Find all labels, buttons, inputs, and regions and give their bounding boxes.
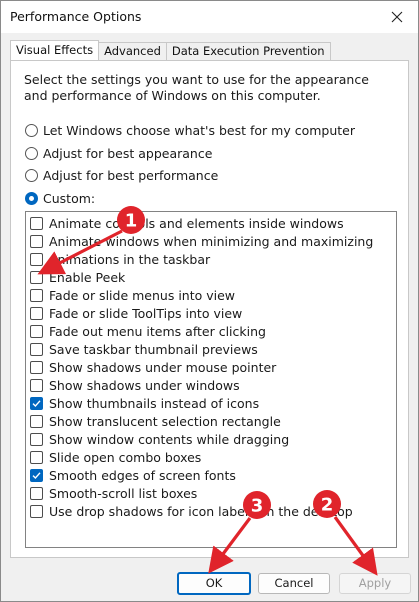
list-item-label: Fade or slide menus into view [49,287,236,303]
checkbox[interactable] [30,432,43,446]
radio-custom[interactable]: Custom: [25,190,95,206]
checkmark-icon [32,399,41,407]
checkbox[interactable] [30,414,43,428]
tab-strip: Visual Effects Advanced Data Execution P… [10,40,331,60]
list-item-label: Enable Peek [49,269,126,285]
list-item-label: Smooth edges of screen fonts [49,467,236,483]
checkbox[interactable] [30,396,43,410]
list-item-label: Animate windows when minimizing and maxi… [49,233,374,249]
list-item[interactable]: Show shadows under windows [30,376,240,394]
list-item[interactable]: Use drop shadows for icon labels on the … [30,502,353,520]
tab-advanced[interactable]: Advanced [98,42,167,60]
performance-options-dialog: Performance Options Visual Effects Advan… [0,0,419,602]
list-item-label: Show window contents while dragging [49,431,290,447]
tab-data-execution-prevention[interactable]: Data Execution Prevention [165,42,331,60]
list-item[interactable]: Show translucent selection rectangle [30,412,281,430]
title-bar: Performance Options [1,1,418,33]
checkbox[interactable] [30,252,43,266]
window-title: Performance Options [10,9,142,24]
list-item[interactable]: Smooth edges of screen fonts [30,466,236,484]
radio-button[interactable] [25,191,38,205]
list-item[interactable]: Slide open combo boxes [30,448,201,466]
list-item[interactable]: Show window contents while dragging [30,430,289,448]
checkbox[interactable] [30,486,43,500]
radio-label: Custom: [43,190,96,206]
list-item-label: Animate controls and elements inside win… [49,215,344,231]
list-item[interactable]: Fade or slide ToolTips into view [30,304,242,322]
ok-button[interactable]: OK [177,572,251,595]
radio-button[interactable] [25,168,38,182]
checkbox[interactable] [30,324,43,338]
close-icon [391,11,403,23]
list-item[interactable]: Fade or slide menus into view [30,286,235,304]
list-item[interactable]: Show shadows under mouse pointer [30,358,276,376]
checkbox[interactable] [30,234,43,248]
list-item[interactable]: Fade out menu items after clicking [30,322,266,340]
radio-label: Adjust for best performance [43,167,219,183]
list-item[interactable]: Animations in the taskbar [30,250,210,268]
list-item[interactable]: Save taskbar thumbnail previews [30,340,258,358]
radio-button[interactable] [25,123,38,137]
radio-let-windows-choose[interactable]: Let Windows choose what's best for my co… [25,122,355,138]
radio-label: Let Windows choose what's best for my co… [43,122,355,138]
list-item-label: Slide open combo boxes [49,449,202,465]
cancel-button[interactable]: Cancel [258,573,330,594]
list-item[interactable]: Smooth-scroll list boxes [30,484,197,502]
checkbox[interactable] [30,468,43,482]
list-item-label: Smooth-scroll list boxes [49,485,198,501]
checkbox[interactable] [30,504,43,518]
list-item[interactable]: Animate windows when minimizing and maxi… [30,232,373,250]
list-item-label: Use drop shadows for icon labels on the … [49,503,353,519]
list-item[interactable]: Show thumbnails instead of icons [30,394,259,412]
visual-effects-panel: Select the settings you want to use for … [10,60,409,558]
list-item-label: Show thumbnails instead of icons [49,395,260,411]
list-item[interactable]: Animate controls and elements inside win… [30,214,344,232]
description-text: Select the settings you want to use for … [24,72,369,103]
checkmark-icon [32,471,41,479]
list-item[interactable]: Enable Peek [30,268,125,286]
apply-button[interactable]: Apply [339,573,411,594]
close-button[interactable] [382,3,412,31]
list-item-label: Fade or slide ToolTips into view [49,305,243,321]
list-item-label: Show translucent selection rectangle [49,413,281,429]
visual-effects-list[interactable]: Animate controls and elements inside win… [25,211,397,548]
checkbox[interactable] [30,342,43,356]
radio-button[interactable] [25,146,38,160]
checkbox[interactable] [30,378,43,392]
radio-best-performance[interactable]: Adjust for best performance [25,167,218,183]
checkbox[interactable] [30,306,43,320]
list-item-label: Save taskbar thumbnail previews [49,341,258,357]
checkbox[interactable] [30,288,43,302]
radio-label: Adjust for best appearance [43,145,213,161]
list-item-label: Show shadows under mouse pointer [49,359,277,375]
checkbox[interactable] [30,216,43,230]
tab-visual-effects[interactable]: Visual Effects [10,40,100,60]
checkbox[interactable] [30,360,43,374]
radio-best-appearance[interactable]: Adjust for best appearance [25,145,212,161]
list-item-label: Animations in the taskbar [49,251,211,267]
checkbox[interactable] [30,270,43,284]
list-item-label: Fade out menu items after clicking [49,323,266,339]
list-item-label: Show shadows under windows [49,377,240,393]
checkbox[interactable] [30,450,43,464]
